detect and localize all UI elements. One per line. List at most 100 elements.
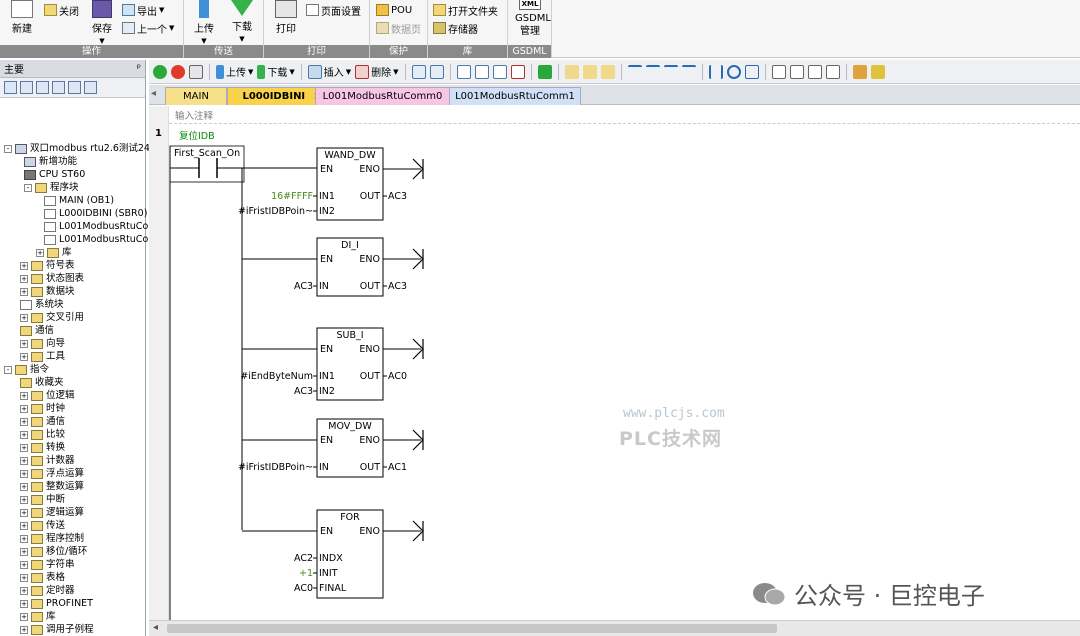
- symbol-table-icon[interactable]: [789, 64, 804, 79]
- expand-icon[interactable]: +: [20, 352, 28, 361]
- close-button[interactable]: 关闭: [44, 2, 79, 18]
- previous-button[interactable]: 上一个 ▼: [122, 20, 174, 36]
- view-icon[interactable]: [84, 81, 97, 94]
- view-icon[interactable]: [4, 81, 17, 94]
- expand-icon[interactable]: +: [20, 508, 28, 517]
- pou-button[interactable]: POU: [376, 2, 412, 18]
- write-icon[interactable]: [456, 64, 471, 79]
- tree-item[interactable]: L001ModbusRtuCo: [44, 220, 148, 233]
- tree-item[interactable]: + 时钟: [20, 402, 65, 415]
- open-folder-button[interactable]: 打开文件夹: [433, 2, 498, 18]
- scrollbar-thumb[interactable]: [167, 624, 777, 633]
- monitor-icon[interactable]: [411, 64, 426, 79]
- delete-button[interactable]: 删除 ▼: [355, 64, 399, 79]
- tab-modbus-comm0[interactable]: L001ModbusRtuComm0: [315, 87, 450, 105]
- view-icon[interactable]: [68, 81, 81, 94]
- tree-item[interactable]: + 字符串: [20, 558, 75, 571]
- expand-icon[interactable]: +: [20, 404, 28, 413]
- tree-item[interactable]: + 移位/循环: [20, 545, 87, 558]
- tree-item[interactable]: + 交叉引用: [20, 311, 84, 324]
- expand-icon[interactable]: +: [20, 391, 28, 400]
- expand-icon[interactable]: +: [20, 495, 28, 504]
- tab-modbus-comm1[interactable]: L001ModbusRtuComm1: [449, 87, 581, 105]
- data-page-button[interactable]: 数据页: [376, 20, 421, 36]
- tree-item[interactable]: + 逻辑运算: [20, 506, 84, 519]
- pin-icon[interactable]: ᵖ: [137, 63, 141, 74]
- tree-item[interactable]: L001ModbusRtuCo: [44, 233, 148, 246]
- tree-item[interactable]: CPU ST60: [24, 168, 85, 181]
- tree-item[interactable]: L000IDBINI (SBR0): [44, 207, 147, 220]
- monitor-pause-icon[interactable]: [429, 64, 444, 79]
- horizontal-scrollbar[interactable]: ◂: [149, 620, 1080, 636]
- tree-item[interactable]: + 符号表: [20, 259, 75, 272]
- expand-icon[interactable]: +: [20, 482, 28, 491]
- bookmark-next-icon[interactable]: [600, 64, 615, 79]
- expand-icon[interactable]: +: [20, 573, 28, 582]
- tree-item[interactable]: + 表格: [20, 571, 65, 584]
- pou-comment-icon[interactable]: [825, 64, 840, 79]
- print-button[interactable]: 打印: [268, 0, 304, 44]
- memory-button[interactable]: 存储器: [433, 20, 478, 36]
- bookmark-icon[interactable]: [564, 64, 579, 79]
- line-right-icon[interactable]: [681, 64, 696, 79]
- collapse-icon[interactable]: -: [24, 183, 32, 192]
- tree-item[interactable]: + 程序控制: [20, 532, 84, 545]
- expand-icon[interactable]: +: [20, 469, 28, 478]
- tree-item[interactable]: + 调用子例程: [20, 623, 94, 636]
- tree-item[interactable]: + 比较: [20, 428, 65, 441]
- contact-icon[interactable]: [708, 64, 723, 79]
- branch-up-icon[interactable]: [627, 64, 642, 79]
- compile-icon[interactable]: [189, 64, 203, 79]
- expand-icon[interactable]: +: [20, 456, 28, 465]
- unforce-icon[interactable]: [492, 64, 507, 79]
- box-icon[interactable]: [744, 64, 759, 79]
- branch-down-icon[interactable]: [645, 64, 660, 79]
- expand-icon[interactable]: +: [20, 560, 28, 569]
- tree-item[interactable]: + 整数运算: [20, 480, 84, 493]
- collapse-icon[interactable]: -: [4, 144, 12, 153]
- tree-item[interactable]: + 库: [36, 246, 72, 259]
- key-icon[interactable]: [852, 64, 867, 79]
- expand-icon[interactable]: +: [20, 417, 28, 426]
- expand-icon[interactable]: +: [20, 430, 28, 439]
- expand-icon[interactable]: +: [20, 443, 28, 452]
- tree-item[interactable]: - 双口modbus rtu2.6测试2403: [4, 142, 162, 155]
- expand-icon[interactable]: +: [20, 274, 28, 283]
- ladder-editor[interactable]: 输入注释 1 复位IDB First_Scan_On WAND_DW EN ENO I…: [149, 106, 1080, 620]
- coil-icon[interactable]: [726, 64, 741, 79]
- expand-icon[interactable]: +: [20, 287, 28, 296]
- comment-icon[interactable]: [771, 64, 786, 79]
- symbol-info-icon[interactable]: [807, 64, 822, 79]
- tree-item[interactable]: + 工具: [20, 350, 65, 363]
- tree-item[interactable]: + 中断: [20, 493, 65, 506]
- tree-item[interactable]: + 通信: [20, 415, 65, 428]
- run-icon[interactable]: [153, 64, 167, 79]
- expand-icon[interactable]: +: [20, 339, 28, 348]
- tree-item[interactable]: + 位逻辑: [20, 389, 75, 402]
- tree-item[interactable]: - 程序块: [24, 181, 79, 194]
- tree-item[interactable]: 收藏夹: [20, 376, 64, 389]
- expand-icon[interactable]: +: [20, 612, 28, 621]
- expand-icon[interactable]: +: [20, 599, 28, 608]
- upload-button[interactable]: 上传 ▼: [216, 64, 253, 79]
- tab-scroll-left-icon[interactable]: ◂: [151, 88, 156, 99]
- view-icon[interactable]: [20, 81, 33, 94]
- contact-label[interactable]: First_Scan_On: [174, 148, 240, 159]
- expand-icon[interactable]: +: [20, 534, 28, 543]
- download-button[interactable]: 下载 ▼: [224, 0, 260, 44]
- view-icon[interactable]: [52, 81, 65, 94]
- go-icon[interactable]: [537, 64, 552, 79]
- stop-icon[interactable]: [171, 64, 185, 79]
- tree-item[interactable]: + 转换: [20, 441, 65, 454]
- collapse-icon[interactable]: -: [4, 365, 12, 374]
- scroll-left-icon[interactable]: ◂: [153, 622, 158, 633]
- tab-main[interactable]: MAIN: [165, 87, 227, 105]
- insert-button[interactable]: 插入 ▼: [307, 64, 351, 79]
- expand-icon[interactable]: +: [20, 313, 28, 322]
- force-icon[interactable]: [474, 64, 489, 79]
- page-setup-button[interactable]: 页面设置: [306, 2, 361, 18]
- tree-item[interactable]: MAIN (OB1): [44, 194, 114, 207]
- tree-item[interactable]: + 数据块: [20, 285, 75, 298]
- tree-item[interactable]: + 传送: [20, 519, 65, 532]
- view-icon[interactable]: [36, 81, 49, 94]
